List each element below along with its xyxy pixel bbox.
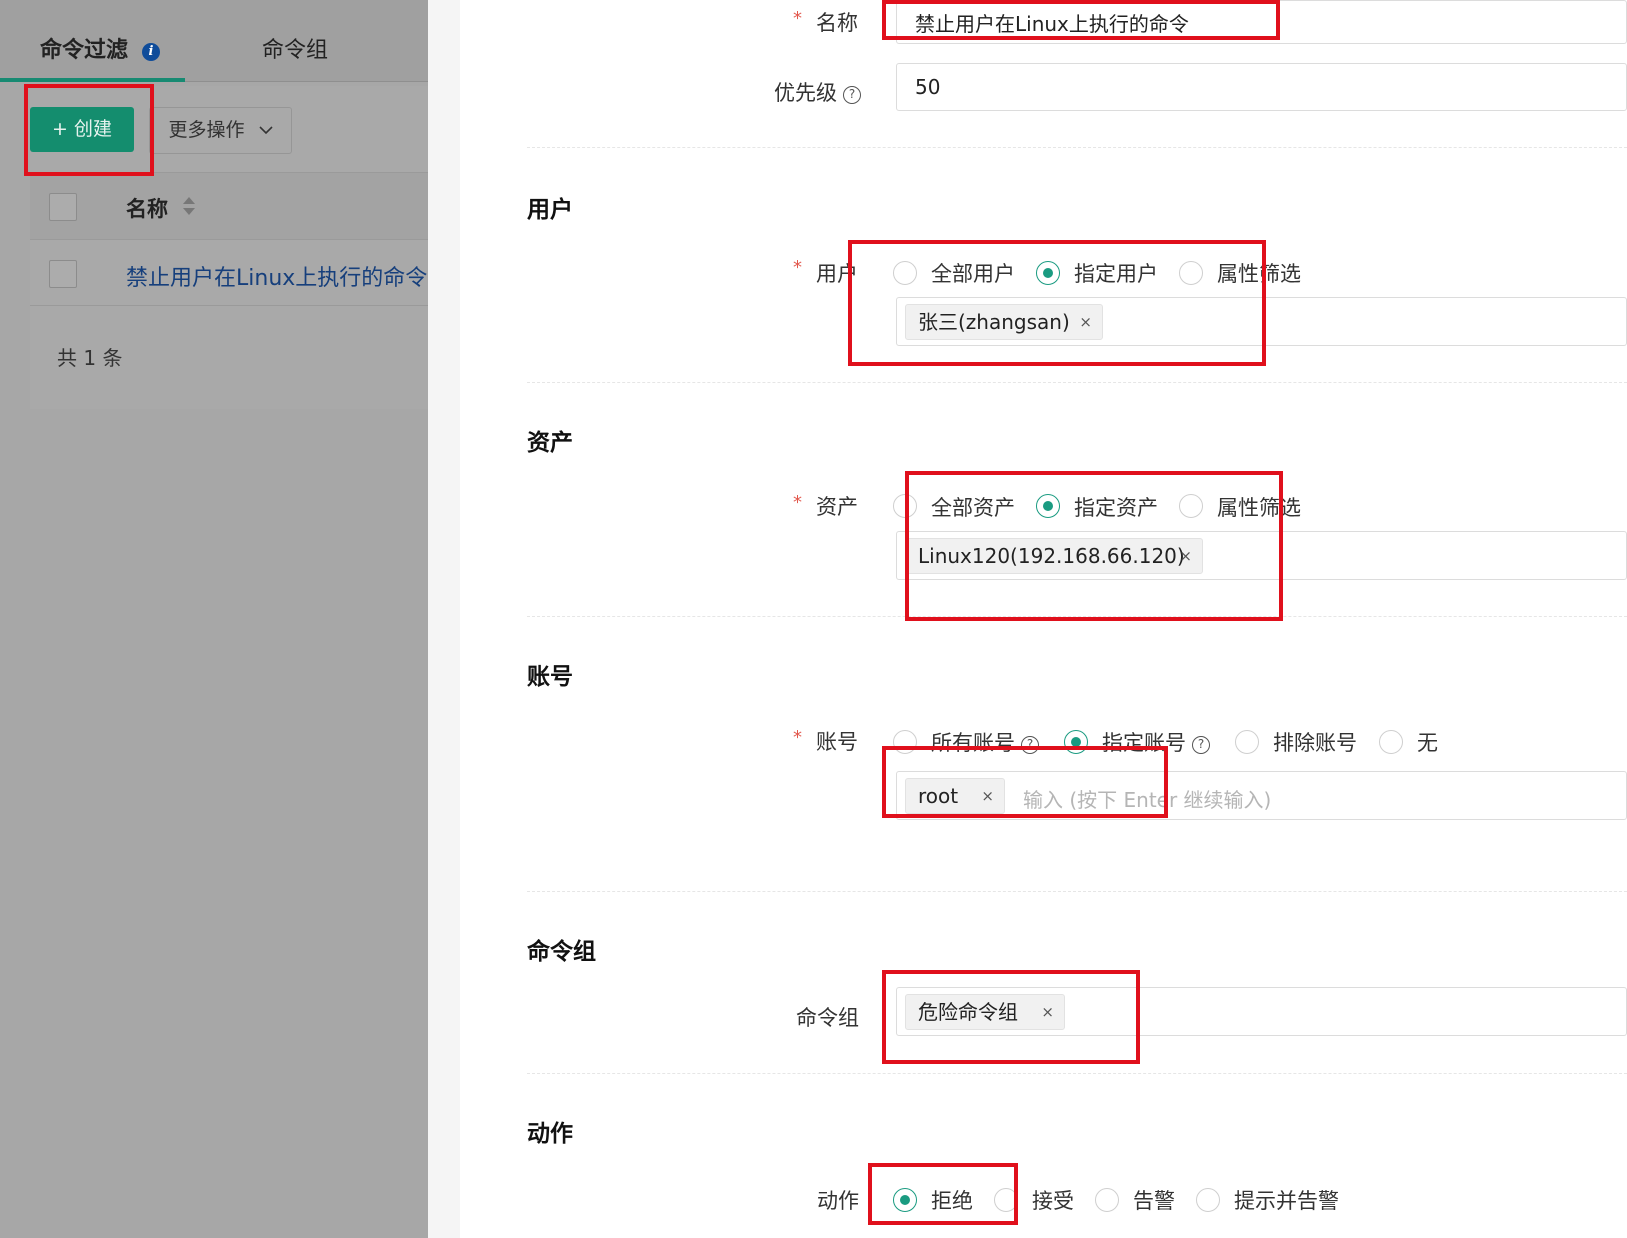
help-icon[interactable]: ? bbox=[1192, 736, 1210, 754]
more-actions-button[interactable]: 更多操作 bbox=[149, 107, 292, 154]
required-mark: * bbox=[793, 8, 802, 29]
radio-action-prompt-and-alert-label: 提示并告警 bbox=[1234, 1189, 1339, 1213]
account-section-title: 账号 bbox=[527, 664, 573, 690]
required-mark: * bbox=[793, 257, 802, 278]
info-icon[interactable]: i bbox=[142, 43, 161, 61]
priority-input[interactable]: 50 bbox=[896, 63, 1627, 111]
section-divider bbox=[527, 1073, 1627, 1074]
tab-bar: 命令过滤 i 命令组 bbox=[0, 0, 428, 82]
row-name-link[interactable]: 禁止用户在Linux上执行的命令 bbox=[126, 260, 427, 292]
chevron-down-icon bbox=[258, 126, 273, 135]
required-mark: * bbox=[793, 492, 802, 513]
column-header-name[interactable]: 名称 bbox=[126, 193, 168, 223]
radio-action-accept-label: 接受 bbox=[1032, 1189, 1074, 1213]
drawer-edge bbox=[428, 0, 460, 1238]
radio-no-account-label: 无 bbox=[1417, 731, 1438, 755]
highlight-create-button bbox=[24, 84, 154, 176]
highlight-account-field bbox=[882, 746, 1168, 818]
action-label: 动作 bbox=[817, 1189, 859, 1213]
priority-label-text: 优先级 bbox=[774, 81, 837, 105]
more-actions-label: 更多操作 bbox=[168, 119, 245, 141]
action-section-title: 动作 bbox=[527, 1121, 573, 1147]
radio-exclude-accounts-label: 排除账号 bbox=[1273, 731, 1357, 755]
priority-label: 优先级? bbox=[774, 77, 861, 107]
radio-action-prompt-and-alert[interactable] bbox=[1196, 1188, 1220, 1212]
highlight-command-group-field bbox=[882, 970, 1140, 1064]
select-all-checkbox[interactable] bbox=[49, 193, 77, 221]
tab-command-filter-label: 命令过滤 bbox=[40, 38, 129, 63]
priority-input-value: 50 bbox=[915, 75, 941, 99]
radio-no-account[interactable] bbox=[1379, 730, 1403, 754]
required-mark: * bbox=[793, 727, 802, 748]
command-group-section-title: 命令组 bbox=[527, 939, 596, 965]
name-label: 名称 bbox=[816, 11, 858, 35]
highlight-name-field bbox=[882, 0, 1280, 40]
radio-exclude-accounts[interactable] bbox=[1235, 730, 1259, 754]
tab-command-group[interactable]: 命令组 bbox=[262, 32, 328, 64]
highlight-asset-field bbox=[905, 471, 1283, 621]
asset-section-title: 资产 bbox=[527, 430, 573, 456]
help-icon[interactable]: ? bbox=[843, 86, 861, 104]
table-header: 名称 bbox=[30, 172, 428, 240]
section-divider bbox=[527, 891, 1627, 892]
active-tab-indicator bbox=[0, 78, 185, 82]
highlight-user-field bbox=[848, 240, 1266, 366]
sort-icon[interactable] bbox=[182, 195, 196, 217]
radio-action-alert[interactable] bbox=[1095, 1188, 1119, 1212]
total-count: 共 1 条 bbox=[57, 346, 123, 370]
account-label: 账号 bbox=[816, 730, 858, 754]
highlight-action-field bbox=[868, 1163, 1018, 1225]
user-section-title: 用户 bbox=[527, 197, 573, 223]
asset-label: 资产 bbox=[816, 495, 858, 519]
section-divider bbox=[527, 147, 1627, 148]
row-checkbox[interactable] bbox=[49, 260, 77, 288]
table-row: 禁止用户在Linux上执行的命令 bbox=[30, 240, 428, 306]
tab-command-group-label: 命令组 bbox=[262, 38, 329, 63]
tab-command-filter[interactable]: 命令过滤 i bbox=[40, 32, 161, 64]
command-group-label: 命令组 bbox=[796, 1006, 859, 1030]
command-filter-list-panel: 命令过滤 i 命令组 + 创建 更多操作 名称 禁止用户在Linux上执行的命令 … bbox=[0, 0, 428, 1238]
section-divider bbox=[527, 382, 1627, 383]
radio-action-alert-label: 告警 bbox=[1133, 1189, 1175, 1213]
